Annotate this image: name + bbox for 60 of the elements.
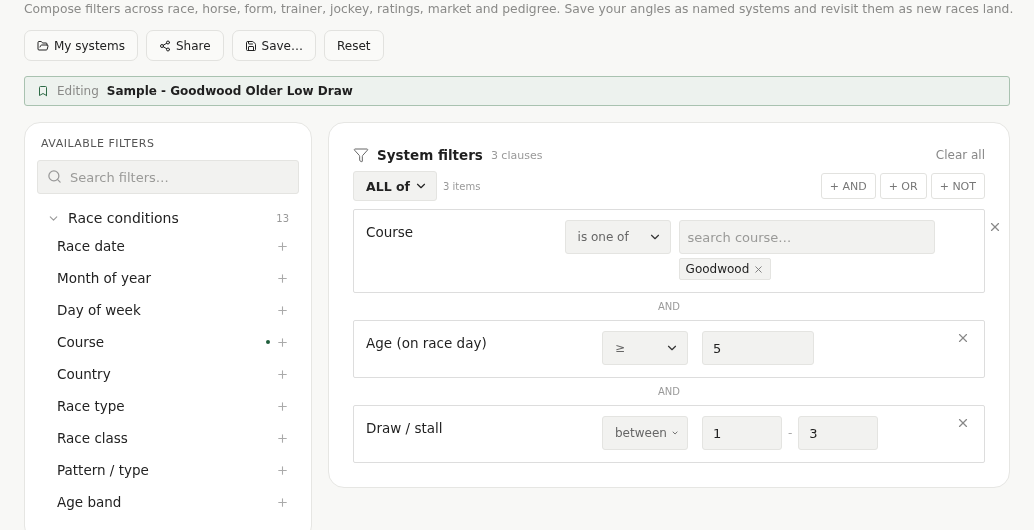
course-search-field[interactable]: search course… bbox=[678, 220, 935, 254]
filter-item[interactable]: Pattern / type bbox=[57, 462, 149, 478]
filter-item[interactable]: Race class bbox=[57, 430, 128, 446]
clause-field-label: Age (on race day) bbox=[366, 334, 488, 353]
add-clause-button[interactable]: + OR bbox=[879, 173, 927, 199]
filter-item[interactable]: Course bbox=[57, 334, 105, 350]
add-filter-button[interactable] bbox=[276, 335, 289, 349]
logic-select[interactable]: ALL of bbox=[353, 171, 437, 201]
add-filter-button[interactable] bbox=[276, 367, 289, 381]
bookmark-icon bbox=[37, 85, 49, 97]
joiner-label: AND bbox=[658, 386, 680, 397]
filter-icon bbox=[353, 147, 369, 163]
add-clause-button[interactable]: + AND bbox=[820, 173, 876, 199]
add-filter-button[interactable] bbox=[276, 239, 289, 253]
range-to-field[interactable]: 3 bbox=[798, 416, 879, 450]
toolbar-button[interactable]: Save… bbox=[231, 30, 316, 61]
operator-select[interactable]: between bbox=[602, 416, 688, 450]
toolbar-button[interactable]: My systems bbox=[24, 30, 138, 61]
add-filter-button[interactable] bbox=[276, 303, 289, 317]
search-icon bbox=[47, 169, 62, 184]
filter-item[interactable]: Country bbox=[57, 366, 111, 382]
folder-icon bbox=[37, 39, 49, 52]
item-count: 3 items bbox=[443, 180, 481, 192]
filter-item[interactable]: Month of year bbox=[57, 270, 152, 286]
joiner-label: AND bbox=[658, 301, 680, 312]
remove-tag-icon[interactable] bbox=[753, 263, 765, 275]
clause-field-label: Course bbox=[366, 223, 415, 242]
panel-title: System filters bbox=[377, 147, 483, 163]
clause-count: 3 clauses bbox=[490, 148, 543, 162]
add-filter-button[interactable] bbox=[276, 431, 289, 445]
course-tag: Goodwood bbox=[678, 258, 772, 280]
toolbar-button[interactable]: Share bbox=[145, 30, 224, 61]
filter-count: 13 bbox=[276, 212, 289, 224]
page-description: Compose filters across race, horse, form, trainer, jockey, ratings, market and pedigree. Save your angles as named systems and revisit them as new races land. bbox=[24, 1, 1014, 18]
add-clause-button[interactable]: + NOT bbox=[930, 173, 985, 199]
range-separator: - bbox=[788, 426, 793, 440]
system-name: Sample - Goodwood Older Low Draw bbox=[106, 84, 353, 98]
remove-clause-button[interactable] bbox=[956, 331, 970, 345]
range-from-field[interactable]: 1 bbox=[702, 416, 782, 450]
filter-item[interactable]: Race type bbox=[57, 398, 125, 414]
filter-item[interactable]: Race date bbox=[57, 238, 125, 254]
filter-search-field[interactable]: Search filters… bbox=[37, 160, 299, 194]
operator-select[interactable]: ≥ bbox=[602, 331, 688, 365]
value-field[interactable]: 5 bbox=[702, 331, 814, 365]
share-icon bbox=[158, 39, 171, 52]
filter-item[interactable]: Day of week bbox=[57, 302, 141, 318]
operator-select[interactable]: is one of bbox=[564, 220, 671, 254]
add-filter-button[interactable] bbox=[276, 399, 289, 413]
filter-item[interactable]: Age band bbox=[57, 494, 122, 510]
remove-clause-button[interactable] bbox=[988, 220, 1002, 234]
remove-clause-button[interactable] bbox=[956, 416, 970, 430]
clear-all-link[interactable]: Clear all bbox=[935, 148, 985, 162]
clause-field-label: Draw / stall bbox=[366, 419, 444, 438]
add-filter-button[interactable] bbox=[276, 463, 289, 477]
section-title: AVAILABLE FILTERS bbox=[40, 137, 156, 150]
add-filter-button[interactable] bbox=[276, 495, 289, 509]
filter-group-header[interactable]: Race conditions 13 bbox=[37, 206, 299, 230]
editing-label: Editing bbox=[57, 84, 99, 98]
toolbar-button[interactable]: Reset bbox=[324, 30, 384, 61]
add-filter-button[interactable] bbox=[276, 271, 289, 285]
